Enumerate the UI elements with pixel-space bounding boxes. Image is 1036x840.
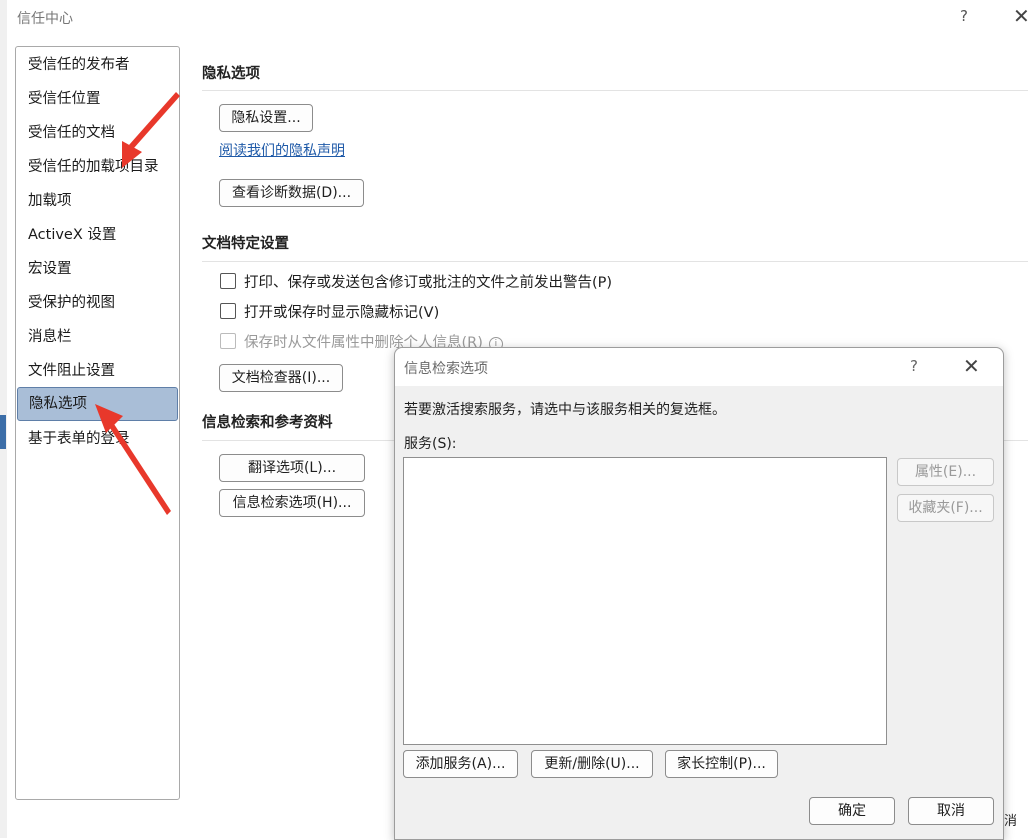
sidebar-item-trusted-locations[interactable]: 受信任位置 bbox=[16, 82, 179, 116]
dialog-close-icon[interactable]: ✕ bbox=[963, 354, 980, 378]
warn-before-print-label: 打印、保存或发送包含修订或批注的文件之前发出警告(P) bbox=[244, 275, 613, 291]
sidebar-nav: 受信任的发布者 受信任位置 受信任的文档 受信任的加载项目录 加载项 Activ… bbox=[15, 46, 180, 800]
update-remove-button[interactable]: 更新/删除(U)... bbox=[531, 750, 653, 778]
ok-button[interactable]: 确定 bbox=[809, 797, 895, 825]
dialog-help-icon[interactable]: ? bbox=[910, 357, 918, 375]
view-diagnostic-data-button[interactable]: 查看诊断数据(D)... bbox=[219, 179, 364, 207]
document-inspector-button[interactable]: 文档检查器(I)... bbox=[219, 364, 343, 392]
properties-button[interactable]: 属性(E)... bbox=[897, 458, 994, 486]
document-section-title: 文档特定设置 bbox=[202, 236, 289, 252]
translation-options-button[interactable]: 翻译选项(L)... bbox=[219, 454, 365, 482]
sidebar-item-file-block[interactable]: 文件阻止设置 bbox=[16, 354, 179, 388]
sidebar-item-trusted-publishers[interactable]: 受信任的发布者 bbox=[16, 48, 179, 82]
dialog-titlebar: 信息检索选项 ? ✕ bbox=[395, 348, 1003, 386]
sidebar-item-macro-settings[interactable]: 宏设置 bbox=[16, 252, 179, 286]
research-options-dialog: 信息检索选项 ? ✕ 若要激活搜索服务，请选中与该服务相关的复选框。 服务(S)… bbox=[394, 347, 1004, 840]
show-hidden-markup-checkbox[interactable] bbox=[220, 303, 236, 319]
sidebar-item-trusted-addin-catalogs[interactable]: 受信任的加载项目录 bbox=[16, 150, 179, 184]
cancel-button[interactable]: 取消 bbox=[908, 797, 994, 825]
privacy-settings-button[interactable]: 隐私设置... bbox=[219, 104, 313, 132]
privacy-statement-link[interactable]: 阅读我们的隐私声明 bbox=[219, 140, 345, 160]
favorites-button[interactable]: 收藏夹(F)... bbox=[897, 494, 994, 522]
sidebar-item-protected-view[interactable]: 受保护的视图 bbox=[16, 286, 179, 320]
document-section-divider bbox=[202, 261, 1028, 262]
background-window-selection bbox=[0, 415, 6, 449]
add-service-button[interactable]: 添加服务(A)... bbox=[403, 750, 518, 778]
sidebar-item-activex[interactable]: ActiveX 设置 bbox=[16, 218, 179, 252]
privacy-section-divider bbox=[202, 90, 1028, 91]
sidebar-item-addins[interactable]: 加载项 bbox=[16, 184, 179, 218]
warn-before-print-checkbox[interactable] bbox=[220, 273, 236, 289]
dialog-title: 信息检索选项 bbox=[404, 361, 488, 377]
sidebar-item-message-bar[interactable]: 消息栏 bbox=[16, 320, 179, 354]
window-title: 信任中心 bbox=[17, 11, 73, 27]
remove-personal-info-checkbox bbox=[220, 333, 236, 349]
partial-button-edge bbox=[999, 814, 1003, 838]
sidebar-item-privacy-options[interactable]: 隐私选项 bbox=[17, 387, 178, 421]
partial-cancel-text: 消 bbox=[1004, 814, 1018, 829]
warn-before-print-checkbox-row[interactable]: 打印、保存或发送包含修订或批注的文件之前发出警告(P) bbox=[220, 272, 612, 294]
show-hidden-markup-label: 打开或保存时显示隐藏标记(V) bbox=[244, 305, 440, 321]
show-hidden-markup-checkbox-row[interactable]: 打开或保存时显示隐藏标记(V) bbox=[220, 302, 439, 324]
services-list[interactable] bbox=[403, 457, 887, 745]
privacy-section-title: 隐私选项 bbox=[202, 66, 260, 82]
dialog-description: 若要激活搜索服务，请选中与该服务相关的复选框。 bbox=[404, 402, 726, 418]
sidebar-item-form-based-signin[interactable]: 基于表单的登录 bbox=[16, 422, 179, 456]
research-section-title: 信息检索和参考资料 bbox=[202, 415, 333, 431]
sidebar-item-trusted-documents[interactable]: 受信任的文档 bbox=[16, 116, 179, 150]
services-label: 服务(S): bbox=[404, 436, 457, 452]
parental-control-button[interactable]: 家长控制(P)... bbox=[665, 750, 778, 778]
research-options-button[interactable]: 信息检索选项(H)... bbox=[219, 489, 365, 517]
